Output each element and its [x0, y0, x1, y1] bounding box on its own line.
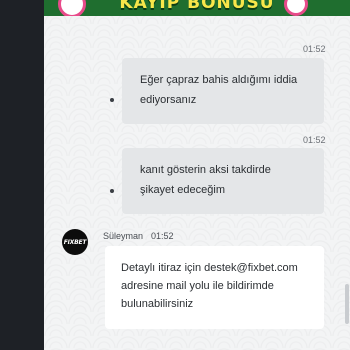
promo-banner[interactable]: KAYIP BONUSU: [44, 0, 350, 16]
message-line: ediyorsanız: [140, 94, 197, 106]
agent-message-bubble: Detaylı itiraz için destek@fixbet.com ad…: [105, 246, 324, 329]
sender-name: Süleyman: [103, 231, 144, 241]
message-line: adresine mail yolu ile bildirimde: [121, 280, 274, 292]
candy-icon: [284, 0, 308, 16]
message-line: kanıt gösterin aksi takdirde: [140, 164, 271, 176]
user-message-bubble: kanıt gösterin aksi takdirde şikayet ede…: [122, 148, 324, 214]
agent-avatar: FIXBET: [62, 229, 88, 255]
message-line: bulunabilirsiniz: [121, 298, 194, 310]
avatar-logo-text: FIXBET: [63, 238, 87, 246]
message-line: şikayet edeceğim: [140, 184, 225, 196]
message-line: Eğer çapraz bahis aldığımı iddia: [140, 74, 298, 86]
scrollbar[interactable]: [345, 284, 349, 324]
user-message-bubble: Eğer çapraz bahis aldığımı iddia ediyors…: [122, 58, 324, 124]
message-line: Detaylı itiraz için destek@fixbet.com: [121, 262, 298, 274]
message-time: 01:52: [303, 135, 326, 145]
bullet-icon: [110, 189, 114, 193]
bullet-icon: [110, 98, 114, 102]
message-time: 01:52: [303, 44, 326, 54]
left-panel: [0, 0, 44, 350]
message-time: 01:52: [151, 231, 174, 241]
